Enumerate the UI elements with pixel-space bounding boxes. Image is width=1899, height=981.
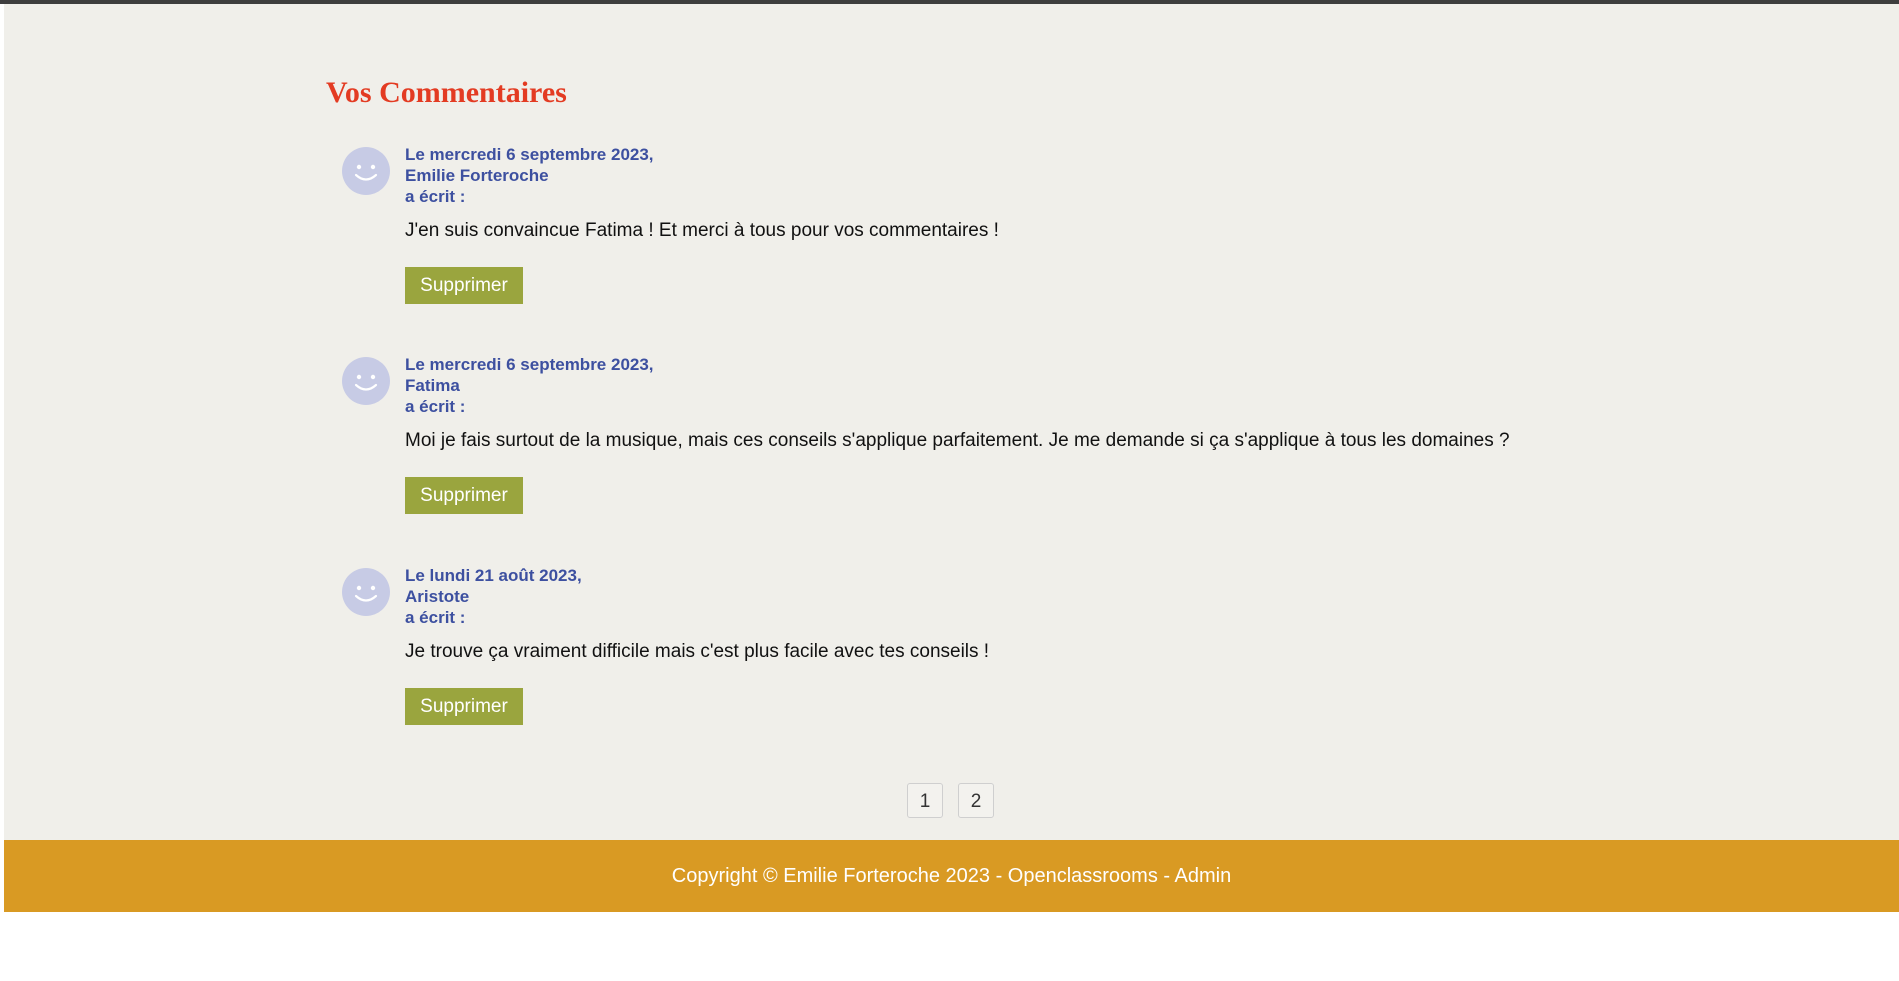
comment-wrote: a écrit :: [405, 397, 466, 416]
comment-text: J'en suis convaincue Fatima ! Et merci à…: [405, 220, 999, 241]
delete-button[interactable]: Supprimer: [405, 477, 523, 514]
page-link-2[interactable]: 2: [958, 783, 994, 818]
footer-text[interactable]: Copyright © Emilie Forteroche 2023 - Ope…: [4, 840, 1899, 912]
comment-meta: Le lundi 21 août 2023, Aristote a écrit …: [405, 565, 582, 628]
comment-author: Aristote: [405, 587, 470, 606]
smiley-face-icon: [354, 164, 378, 181]
comment-text: Moi je fais surtout de la musique, mais …: [405, 430, 1510, 451]
comment-item: Le mercredi 6 septembre 2023, Emilie For…: [340, 144, 1640, 314]
comment-author: Emilie Forteroche: [405, 166, 549, 185]
avatar: [342, 568, 390, 616]
comment-date: Le lundi 21 août 2023,: [405, 566, 582, 585]
comment-wrote: a écrit :: [405, 608, 466, 627]
comment-author: Fatima: [405, 376, 460, 395]
comment-date: Le mercredi 6 septembre 2023,: [405, 355, 654, 374]
comment-item: Le lundi 21 août 2023, Aristote a écrit …: [340, 565, 1640, 735]
comment-date: Le mercredi 6 septembre 2023,: [405, 145, 654, 164]
smiley-face-icon: [354, 374, 378, 391]
comment-meta: Le mercredi 6 septembre 2023, Fatima a é…: [405, 354, 654, 417]
smiley-face-icon: [354, 585, 378, 602]
page-link-1[interactable]: 1: [907, 783, 943, 818]
page: Vos Commentaires Le mercredi 6 septembre…: [0, 0, 1899, 981]
comment-wrote: a écrit :: [405, 187, 466, 206]
avatar: [342, 147, 390, 195]
delete-button[interactable]: Supprimer: [405, 688, 523, 725]
comment-item: Le mercredi 6 septembre 2023, Fatima a é…: [340, 354, 1640, 524]
footer: Copyright © Emilie Forteroche 2023 - Ope…: [4, 840, 1899, 912]
comment-meta: Le mercredi 6 septembre 2023, Emilie For…: [405, 144, 654, 207]
delete-button[interactable]: Supprimer: [405, 267, 523, 304]
avatar: [342, 357, 390, 405]
section-title: Vos Commentaires: [326, 76, 567, 109]
comment-text: Je trouve ça vraiment difficile mais c'e…: [405, 641, 990, 662]
